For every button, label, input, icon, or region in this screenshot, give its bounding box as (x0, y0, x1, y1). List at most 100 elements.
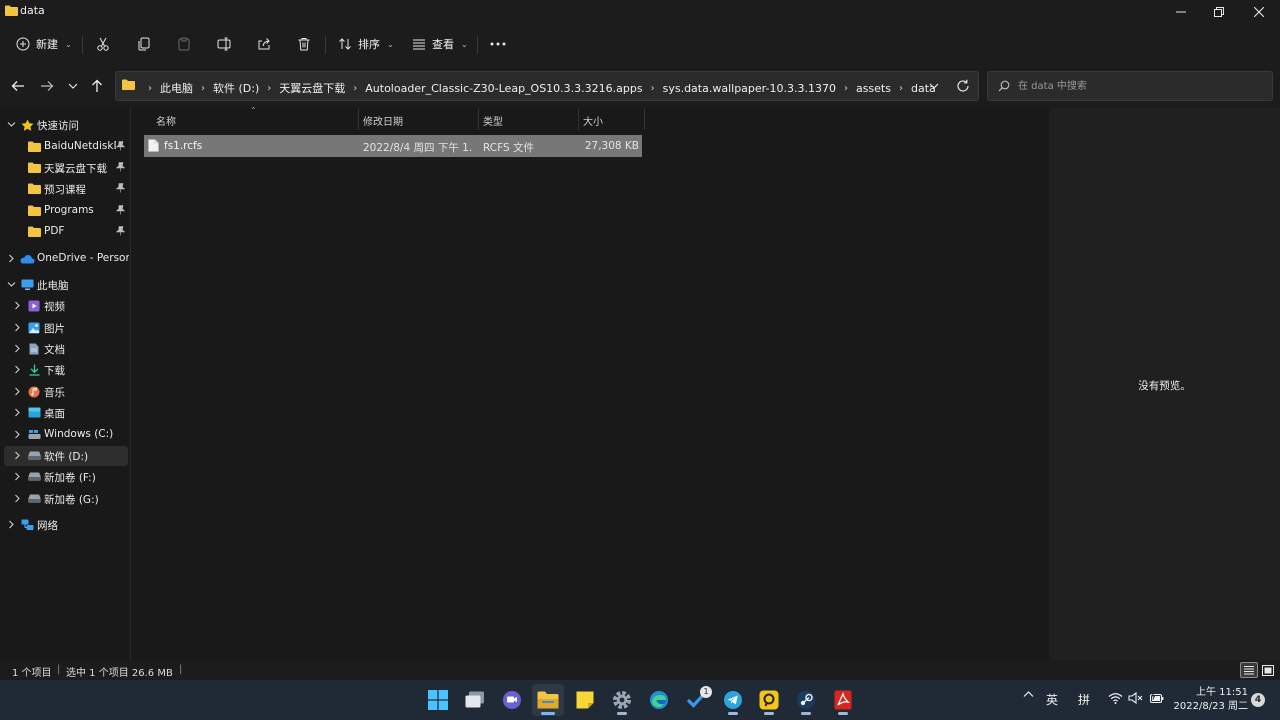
battery-charging-icon[interactable] (1149, 692, 1165, 704)
details-view-button[interactable] (1240, 662, 1258, 678)
share-button[interactable] (257, 32, 271, 56)
paste-button[interactable] (177, 32, 191, 56)
breadcrumb-item[interactable]: 天翼云盘下载 (279, 80, 345, 96)
teams-chat-button[interactable] (496, 684, 528, 716)
start-button[interactable] (422, 684, 454, 716)
ime-mode-indicator[interactable]: 拼 (1078, 691, 1090, 708)
address-bar[interactable]: › 此电脑 › 软件 (D:) › 天翼云盘下载 › Autoloader_Cl… (115, 71, 979, 101)
sidebar-item-this-pc[interactable]: 此电脑 (0, 275, 129, 295)
chevron-right-icon[interactable] (13, 301, 22, 310)
taskbar-acrobat[interactable] (827, 684, 859, 716)
sidebar-item-drive-f[interactable]: 新加卷 (F:) (0, 467, 129, 487)
chevron-right-icon[interactable] (13, 344, 22, 353)
sidebar-item-programs[interactable]: Programs (0, 201, 129, 221)
chevron-right-icon[interactable] (7, 520, 16, 529)
sidebar-item-preview-courses[interactable]: 预习课程 (0, 179, 129, 199)
sidebar-item-pictures[interactable]: 图片 (0, 318, 129, 338)
column-header-size[interactable]: 大小 (579, 108, 645, 130)
search-input[interactable] (1018, 77, 1258, 95)
sidebar-item-drive-c[interactable]: Windows (C:) (0, 425, 129, 445)
rename-button[interactable] (217, 32, 231, 56)
sidebar-item-downloads[interactable]: 下载 (0, 360, 129, 380)
chevron-right-icon[interactable] (13, 408, 22, 417)
breadcrumb-item[interactable]: 软件 (D:) (213, 80, 259, 96)
column-header-date[interactable]: 修改日期 (359, 108, 479, 130)
up-button[interactable] (87, 76, 107, 96)
sidebar-item-drive-g[interactable]: 新加卷 (G:) (0, 489, 129, 509)
sidebar-item-documents[interactable]: 文档 (0, 339, 129, 359)
breadcrumb-item[interactable]: sys.data.wallpaper-10.3.3.1370 (663, 82, 836, 95)
chevron-right-icon[interactable] (13, 365, 22, 374)
chat-icon (503, 691, 521, 709)
chevron-right-icon[interactable]: › (267, 83, 271, 94)
file-explorer-icon (537, 691, 559, 709)
chevron-right-icon[interactable] (13, 472, 22, 481)
sidebar-item-network[interactable]: 网络 (0, 515, 129, 535)
recent-locations-button[interactable] (63, 76, 83, 96)
sidebar-item-onedrive[interactable]: OneDrive - Persona (0, 249, 129, 269)
more-options-button[interactable] (490, 32, 506, 56)
taskbar-file-explorer[interactable] (532, 684, 564, 716)
show-hidden-icons-button[interactable] (1023, 690, 1034, 698)
refresh-button[interactable] (956, 79, 970, 93)
thumbnail-view-button[interactable] (1259, 662, 1277, 678)
forward-button[interactable] (37, 76, 57, 96)
sidebar-item-music[interactable]: 音乐 (0, 382, 129, 402)
sidebar-item-videos[interactable]: 视频 (0, 296, 129, 316)
restore-button[interactable] (1200, 0, 1238, 24)
chevron-right-icon[interactable]: › (651, 83, 655, 94)
taskbar-steam[interactable] (790, 684, 822, 716)
minimize-button[interactable] (1162, 0, 1200, 24)
app-icon (759, 690, 779, 710)
table-row[interactable]: fs1.rcfs 2022/8/4 周四 下午 1... RCFS 文件 27,… (144, 135, 642, 157)
sidebar-item-drive-d[interactable]: 软件 (D:) (4, 446, 128, 466)
cut-button[interactable] (96, 32, 110, 56)
system-clock[interactable]: 上午 11:51 2022/8/23 周二 (1170, 686, 1248, 714)
chevron-right-icon[interactable] (13, 323, 22, 332)
column-divider[interactable] (644, 108, 645, 130)
more-icon (490, 42, 506, 46)
sidebar-item-tianyi-download[interactable]: 天翼云盘下载 (0, 158, 129, 178)
sidebar-item-desktop[interactable]: 桌面 (0, 403, 129, 423)
back-button[interactable] (8, 76, 28, 96)
taskbar-app-yellow[interactable] (753, 684, 785, 716)
breadcrumb-item[interactable]: Autoloader_Classic-Z30-Leap_OS10.3.3.321… (365, 82, 642, 95)
chevron-down-icon[interactable] (7, 120, 16, 129)
chevron-right-icon[interactable]: › (201, 83, 205, 94)
taskbar-edge[interactable] (643, 684, 675, 716)
taskbar-sticky-notes[interactable] (569, 684, 601, 716)
taskbar-settings[interactable] (606, 684, 638, 716)
chevron-right-icon[interactable] (13, 494, 22, 503)
copy-button[interactable] (137, 32, 151, 56)
sort-button[interactable]: 排序 ⌄ (338, 32, 394, 56)
chevron-right-icon[interactable]: › (353, 83, 357, 94)
address-dropdown-button[interactable] (928, 80, 940, 92)
chevron-down-icon[interactable] (7, 280, 16, 289)
chevron-right-icon[interactable] (13, 430, 22, 439)
column-header-type[interactable]: 类型 (479, 108, 579, 130)
view-button[interactable]: 查看 ⌄ (412, 32, 468, 56)
column-header-name[interactable]: 名称 (144, 108, 359, 130)
search-box[interactable] (987, 71, 1273, 101)
sidebar-item-baidunetdisk[interactable]: BaiduNetdiskD (0, 137, 129, 157)
chevron-right-icon[interactable] (7, 254, 16, 263)
task-view-button[interactable] (459, 684, 491, 716)
volume-muted-icon[interactable] (1128, 692, 1143, 704)
pin-icon (116, 183, 125, 193)
close-button[interactable] (1240, 0, 1278, 24)
chevron-right-icon[interactable] (13, 387, 22, 396)
new-button[interactable]: 新建 ⌄ (16, 32, 72, 56)
notification-count-badge[interactable]: 4 (1251, 693, 1265, 707)
delete-button[interactable] (297, 32, 311, 56)
taskbar-todo[interactable]: 1 (680, 684, 712, 716)
breadcrumb-item[interactable]: assets (856, 82, 891, 95)
chevron-right-icon[interactable] (13, 451, 22, 460)
sidebar-item-quick-access[interactable]: 快速访问 (0, 115, 129, 135)
sidebar-item-pdf[interactable]: PDF (0, 222, 129, 242)
chevron-right-icon[interactable]: › (899, 83, 903, 94)
ime-language-indicator[interactable]: 英 (1046, 691, 1058, 708)
taskbar-telegram[interactable] (717, 684, 749, 716)
breadcrumb-item[interactable]: 此电脑 (160, 80, 193, 96)
wifi-icon[interactable] (1108, 692, 1123, 704)
chevron-right-icon[interactable]: › (844, 83, 848, 94)
